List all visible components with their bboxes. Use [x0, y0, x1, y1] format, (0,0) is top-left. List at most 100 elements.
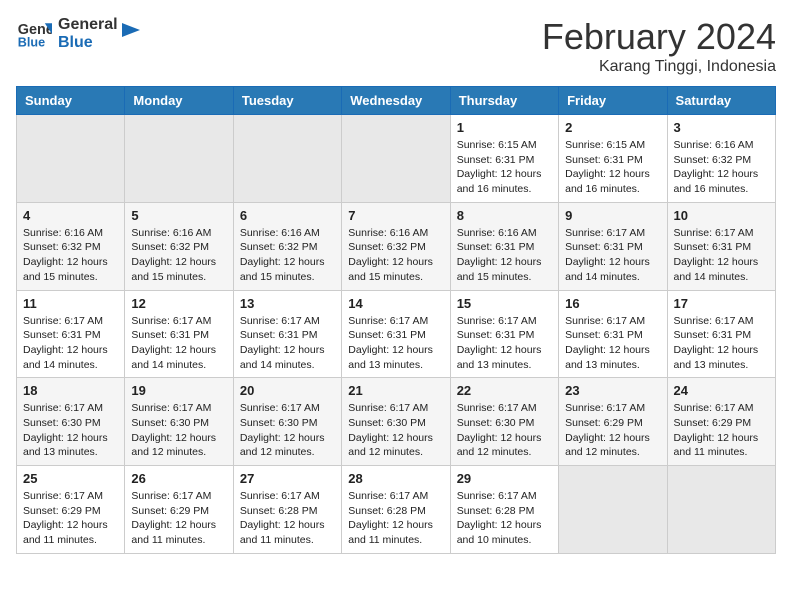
day-number: 19: [131, 383, 226, 398]
calendar-cell: [667, 466, 775, 554]
calendar-cell: 3 Sunrise: 6:16 AM Sunset: 6:32 PM Daylig…: [667, 115, 775, 203]
day-info: Sunrise: 6:16 AM Sunset: 6:32 PM Dayligh…: [23, 226, 118, 285]
day-info: Sunrise: 6:16 AM Sunset: 6:31 PM Dayligh…: [457, 226, 552, 285]
calendar-cell: 24 Sunrise: 6:17 AM Sunset: 6:29 PM Dayli…: [667, 378, 775, 466]
day-info: Sunrise: 6:17 AM Sunset: 6:28 PM Dayligh…: [348, 489, 443, 548]
calendar-cell: 19 Sunrise: 6:17 AM Sunset: 6:30 PM Dayli…: [125, 378, 233, 466]
calendar-cell: [233, 115, 341, 203]
day-info: Sunrise: 6:17 AM Sunset: 6:31 PM Dayligh…: [23, 314, 118, 373]
title-block: February 2024 Karang Tinggi, Indonesia: [542, 16, 776, 76]
day-number: 25: [23, 471, 118, 486]
day-number: 17: [674, 296, 769, 311]
day-info: Sunrise: 6:17 AM Sunset: 6:29 PM Dayligh…: [23, 489, 118, 548]
calendar-cell: 12Sunrise: 6:17 AM Sunset: 6:31 PM Dayli…: [125, 290, 233, 378]
day-info: Sunrise: 6:17 AM Sunset: 6:28 PM Dayligh…: [457, 489, 552, 548]
calendar-cell: 13Sunrise: 6:17 AM Sunset: 6:31 PM Dayli…: [233, 290, 341, 378]
page-header: General Blue General Blue February 2024 …: [16, 16, 776, 76]
day-number: 29: [457, 471, 552, 486]
calendar-cell: 2Sunrise: 6:15 AM Sunset: 6:31 PM Daylig…: [559, 115, 667, 203]
logo-general: General: [58, 16, 118, 34]
day-number: 7: [348, 208, 443, 223]
day-info: Sunrise: 6:16 AM Sunset: 6:32 PM Dayligh…: [131, 226, 226, 285]
day-number: 6: [240, 208, 335, 223]
day-number: 16: [565, 296, 660, 311]
day-info: Sunrise: 6:17 AM Sunset: 6:31 PM Dayligh…: [240, 314, 335, 373]
day-info: Sunrise: 6:16 AM Sunset: 6:32 PM Dayligh…: [240, 226, 335, 285]
calendar-cell: 28 Sunrise: 6:17 AM Sunset: 6:28 PM Dayli…: [342, 466, 450, 554]
logo-blue: Blue: [58, 34, 118, 52]
day-number: 28: [348, 471, 443, 486]
day-number: 1: [457, 120, 552, 135]
day-info: Sunrise: 6:17 AM Sunset: 6:29 PM Dayligh…: [565, 401, 660, 460]
day-info: Sunrise: 6:17 AM Sunset: 6:31 PM Dayligh…: [457, 314, 552, 373]
calendar-cell: 9 Sunrise: 6:17 AM Sunset: 6:31 PM Daylig…: [559, 202, 667, 290]
day-info: Sunrise: 6:17 AM Sunset: 6:31 PM Dayligh…: [674, 314, 769, 373]
calendar-cell: 15Sunrise: 6:17 AM Sunset: 6:31 PM Dayli…: [450, 290, 558, 378]
calendar-week-row: 4 Sunrise: 6:16 AM Sunset: 6:32 PM Daylig…: [17, 202, 776, 290]
day-info: Sunrise: 6:17 AM Sunset: 6:30 PM Dayligh…: [348, 401, 443, 460]
calendar-cell: 6 Sunrise: 6:16 AM Sunset: 6:32 PM Daylig…: [233, 202, 341, 290]
calendar-table: SundayMondayTuesdayWednesdayThursdayFrid…: [16, 86, 776, 554]
day-info: Sunrise: 6:17 AM Sunset: 6:28 PM Dayligh…: [240, 489, 335, 548]
calendar-cell: 11 Sunrise: 6:17 AM Sunset: 6:31 PM Dayli…: [17, 290, 125, 378]
day-number: 24: [674, 383, 769, 398]
calendar-cell: 26Sunrise: 6:17 AM Sunset: 6:29 PM Dayli…: [125, 466, 233, 554]
calendar-cell: 23 Sunrise: 6:17 AM Sunset: 6:29 PM Dayli…: [559, 378, 667, 466]
day-info: Sunrise: 6:17 AM Sunset: 6:31 PM Dayligh…: [674, 226, 769, 285]
day-info: Sunrise: 6:16 AM Sunset: 6:32 PM Dayligh…: [674, 138, 769, 197]
calendar-week-row: 1 Sunrise: 6:15 AM Sunset: 6:31 PM Daylig…: [17, 115, 776, 203]
day-info: Sunrise: 6:17 AM Sunset: 6:31 PM Dayligh…: [565, 314, 660, 373]
weekday-header-thursday: Thursday: [450, 87, 558, 115]
weekday-header-wednesday: Wednesday: [342, 87, 450, 115]
day-number: 8: [457, 208, 552, 223]
calendar-cell: 20Sunrise: 6:17 AM Sunset: 6:30 PM Dayli…: [233, 378, 341, 466]
day-info: Sunrise: 6:17 AM Sunset: 6:31 PM Dayligh…: [348, 314, 443, 373]
calendar-cell: 17 Sunrise: 6:17 AM Sunset: 6:31 PM Dayli…: [667, 290, 775, 378]
calendar-week-row: 11 Sunrise: 6:17 AM Sunset: 6:31 PM Dayli…: [17, 290, 776, 378]
day-number: 14: [348, 296, 443, 311]
weekday-header-tuesday: Tuesday: [233, 87, 341, 115]
day-number: 5: [131, 208, 226, 223]
day-number: 9: [565, 208, 660, 223]
calendar-cell: 1 Sunrise: 6:15 AM Sunset: 6:31 PM Daylig…: [450, 115, 558, 203]
day-number: 11: [23, 296, 118, 311]
day-number: 21: [348, 383, 443, 398]
calendar-cell: [17, 115, 125, 203]
logo: General Blue General Blue: [16, 16, 140, 52]
calendar-cell: [342, 115, 450, 203]
calendar-week-row: 25 Sunrise: 6:17 AM Sunset: 6:29 PM Dayli…: [17, 466, 776, 554]
month-year-title: February 2024: [542, 16, 776, 58]
calendar-cell: 29 Sunrise: 6:17 AM Sunset: 6:28 PM Dayli…: [450, 466, 558, 554]
day-info: Sunrise: 6:17 AM Sunset: 6:31 PM Dayligh…: [565, 226, 660, 285]
calendar-cell: 25 Sunrise: 6:17 AM Sunset: 6:29 PM Dayli…: [17, 466, 125, 554]
calendar-cell: 16 Sunrise: 6:17 AM Sunset: 6:31 PM Dayli…: [559, 290, 667, 378]
calendar-cell: 8 Sunrise: 6:16 AM Sunset: 6:31 PM Daylig…: [450, 202, 558, 290]
day-number: 2: [565, 120, 660, 135]
logo-arrow-icon: [118, 19, 140, 41]
day-number: 18: [23, 383, 118, 398]
svg-text:Blue: Blue: [18, 36, 45, 50]
logo-icon: General Blue: [16, 16, 52, 52]
calendar-header-row: SundayMondayTuesdayWednesdayThursdayFrid…: [17, 87, 776, 115]
day-info: Sunrise: 6:17 AM Sunset: 6:29 PM Dayligh…: [674, 401, 769, 460]
calendar-cell: 27Sunrise: 6:17 AM Sunset: 6:28 PM Dayli…: [233, 466, 341, 554]
calendar-cell: 14 Sunrise: 6:17 AM Sunset: 6:31 PM Dayli…: [342, 290, 450, 378]
calendar-cell: 4 Sunrise: 6:16 AM Sunset: 6:32 PM Daylig…: [17, 202, 125, 290]
day-info: Sunrise: 6:17 AM Sunset: 6:30 PM Dayligh…: [240, 401, 335, 460]
day-info: Sunrise: 6:17 AM Sunset: 6:31 PM Dayligh…: [131, 314, 226, 373]
calendar-cell: 18Sunrise: 6:17 AM Sunset: 6:30 PM Dayli…: [17, 378, 125, 466]
day-number: 26: [131, 471, 226, 486]
day-number: 23: [565, 383, 660, 398]
weekday-header-monday: Monday: [125, 87, 233, 115]
calendar-week-row: 18 Sunrise: 6:17 AM Sunset: 6:30 PM Dayli…: [17, 378, 776, 466]
calendar-cell: 21 Sunrise: 6:17 AM Sunset: 6:30 PM Dayli…: [342, 378, 450, 466]
day-number: 10: [674, 208, 769, 223]
weekday-header-saturday: Saturday: [667, 87, 775, 115]
day-info: Sunrise: 6:17 AM Sunset: 6:30 PM Dayligh…: [131, 401, 226, 460]
day-number: 4: [23, 208, 118, 223]
calendar-cell: 10 Sunrise: 6:17 AM Sunset: 6:31 PM Dayli…: [667, 202, 775, 290]
day-number: 3: [674, 120, 769, 135]
calendar-cell: 5 Sunrise: 6:16 AM Sunset: 6:32 PM Daylig…: [125, 202, 233, 290]
day-info: Sunrise: 6:15 AM Sunset: 6:31 PM Dayligh…: [457, 138, 552, 197]
day-info: Sunrise: 6:16 AM Sunset: 6:32 PM Dayligh…: [348, 226, 443, 285]
